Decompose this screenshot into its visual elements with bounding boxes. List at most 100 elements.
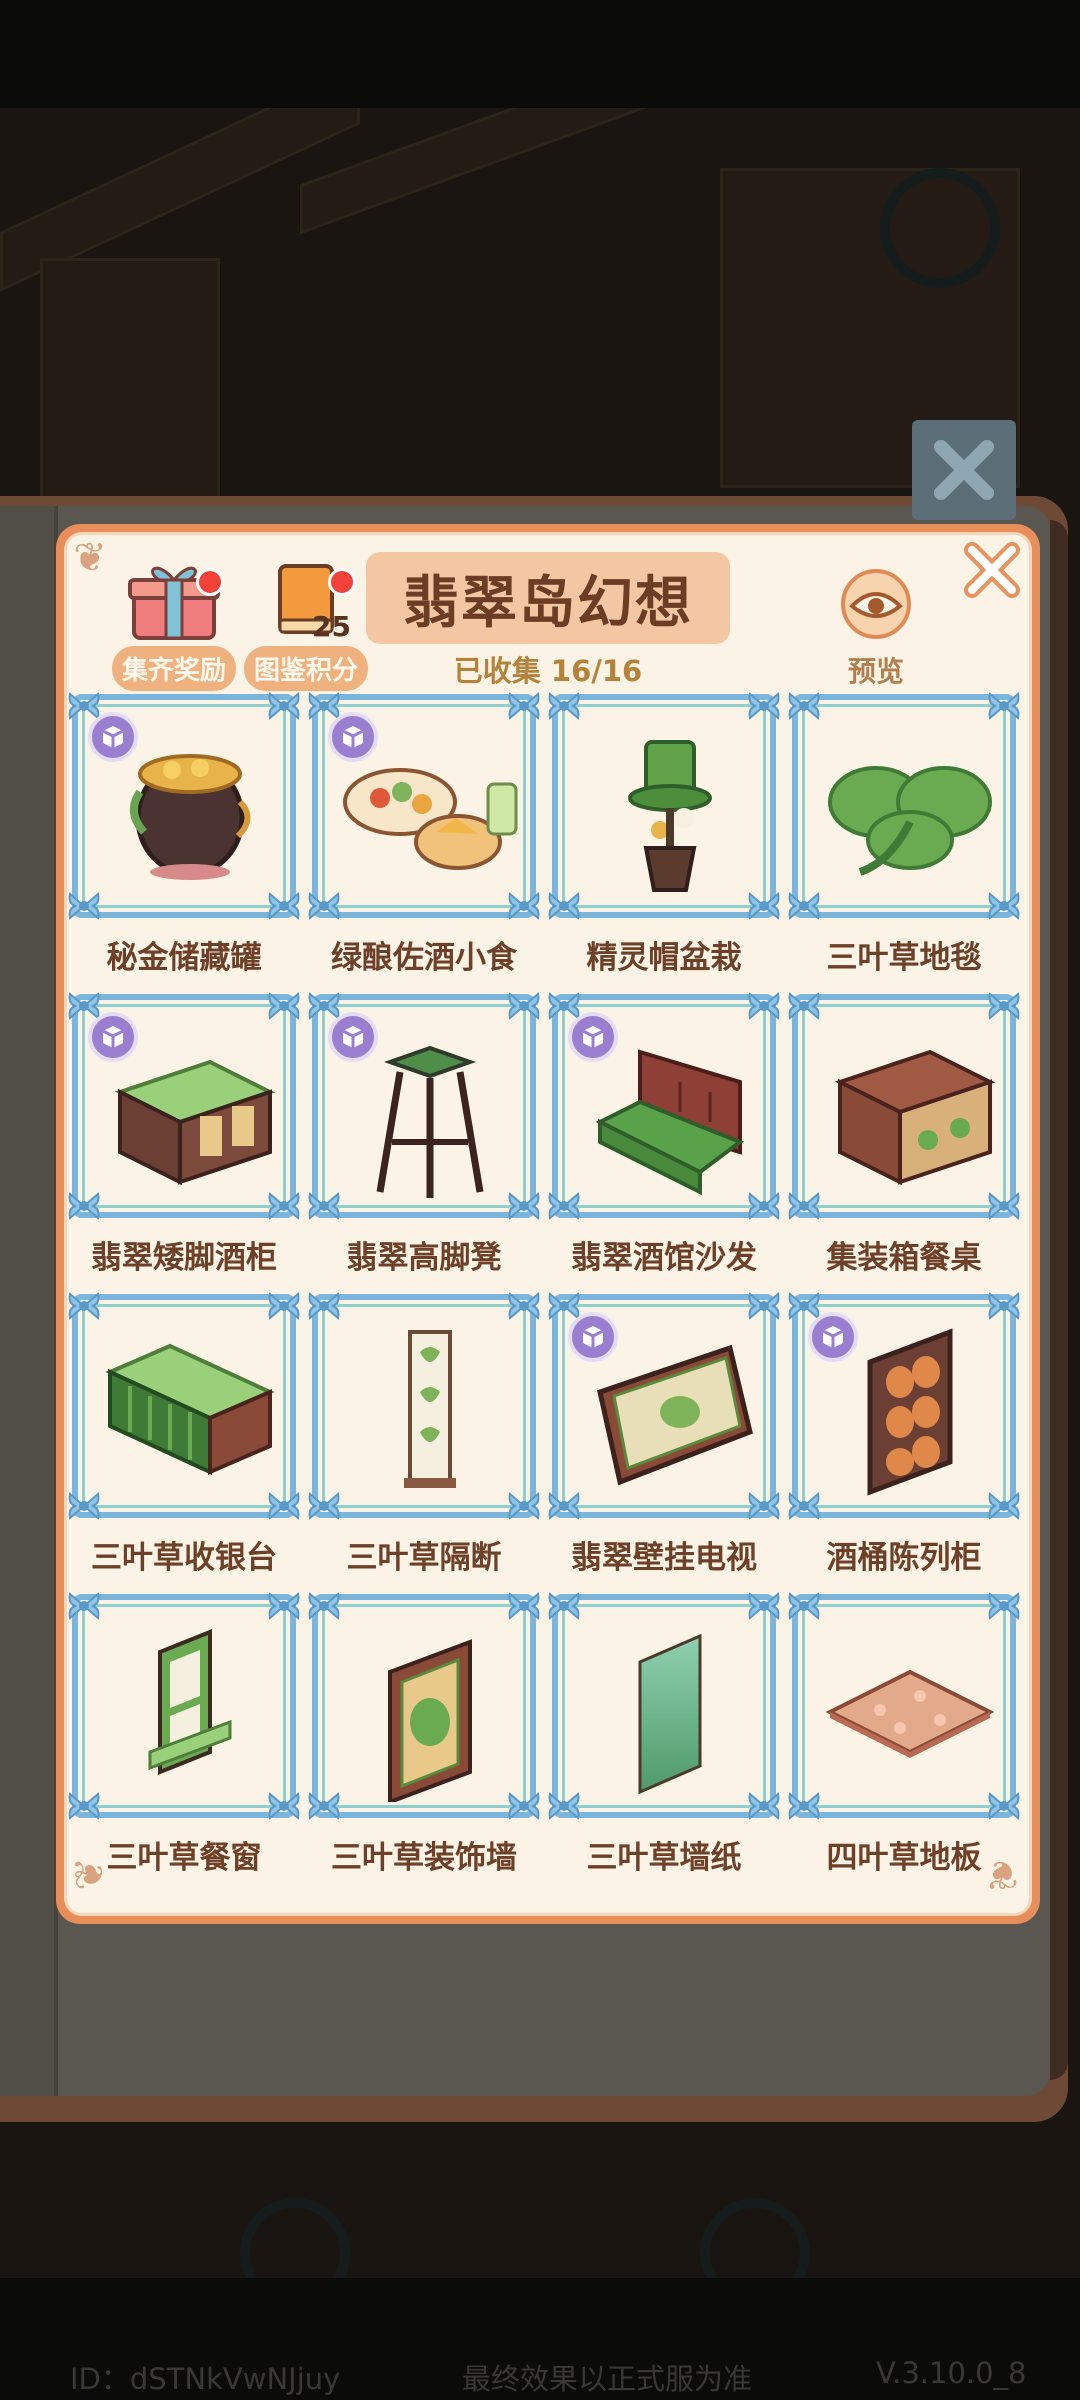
ribbon-bow-icon — [746, 1188, 782, 1224]
item-name: 三叶草墙纸 — [586, 1840, 742, 1876]
item-name: 三叶草餐窗 — [106, 1840, 262, 1876]
ribbon-bow-icon — [506, 1288, 542, 1324]
ribbon-bow-icon — [266, 1788, 302, 1824]
item-name: 三叶草装饰墙 — [331, 1840, 517, 1876]
collection-item[interactable]: 秘金储藏罐 — [68, 692, 300, 990]
interactive-furniture-badge-icon — [88, 712, 138, 762]
ribbon-bow-icon — [66, 1588, 102, 1624]
corner-ornament-icon: ❦ — [73, 535, 107, 581]
ribbon-bow-icon — [986, 1588, 1022, 1624]
hat-plant-icon — [580, 722, 760, 902]
item-name: 翡翠酒馆沙发 — [571, 1240, 757, 1276]
ribbon-bow-icon — [506, 1788, 542, 1824]
ribbon-bow-icon — [66, 1488, 102, 1524]
close-button[interactable] — [958, 536, 1026, 604]
clover-rug-icon — [820, 722, 1000, 902]
collection-item[interactable]: 集装箱餐桌 — [788, 992, 1020, 1290]
item-name: 酒桶陈列柜 — [826, 1540, 982, 1576]
ribbon-bow-icon — [306, 1788, 342, 1824]
collection-item[interactable]: 翡翠酒馆沙发 — [548, 992, 780, 1290]
collection-item[interactable]: 三叶草装饰墙 — [308, 1592, 540, 1890]
collection-item[interactable]: 三叶草隔断 — [308, 1292, 540, 1590]
ribbon-bow-icon — [546, 1188, 582, 1224]
item-name: 翡翠矮脚酒柜 — [91, 1240, 277, 1276]
collection-item[interactable]: 三叶草收银台 — [68, 1292, 300, 1590]
interactive-furniture-badge-icon — [328, 712, 378, 762]
item-frame — [68, 1592, 300, 1820]
item-name: 翡翠壁挂电视 — [571, 1540, 757, 1576]
eye-icon — [841, 569, 911, 639]
ribbon-bow-icon — [506, 688, 542, 724]
item-frame — [68, 692, 300, 920]
ribbon-bow-icon — [786, 888, 822, 924]
collection-item[interactable]: 精灵帽盆栽 — [548, 692, 780, 990]
collection-item[interactable]: 三叶草餐窗 — [68, 1592, 300, 1890]
ribbon-bow-icon — [306, 1188, 342, 1224]
reward-dot-icon — [196, 568, 224, 596]
ribbon-bow-icon — [746, 988, 782, 1024]
item-frame — [788, 692, 1020, 920]
item-frame — [308, 692, 540, 920]
item-frame — [548, 1292, 780, 1520]
interactive-furniture-badge-icon — [568, 1012, 618, 1062]
points-value: 25 — [312, 610, 351, 643]
title-plate: 翡翠岛幻想 — [366, 552, 730, 644]
ribbon-bow-icon — [746, 1288, 782, 1324]
ribbon-bow-icon — [66, 1788, 102, 1824]
interactive-furniture-badge-icon — [808, 1312, 858, 1362]
item-frame — [548, 692, 780, 920]
ribbon-bow-icon — [986, 1488, 1022, 1524]
ribbon-bow-icon — [506, 1188, 542, 1224]
ribbon-bow-icon — [306, 1488, 342, 1524]
item-frame — [308, 1592, 540, 1820]
ribbon-bow-icon — [986, 1288, 1022, 1324]
preview-label: 预览 — [847, 655, 904, 688]
item-frame — [68, 992, 300, 1220]
ribbon-bow-icon — [786, 988, 822, 1024]
collection-item[interactable]: 翡翠高脚凳 — [308, 992, 540, 1290]
ribbon-bow-icon — [306, 1288, 342, 1324]
item-name: 绿酿佐酒小食 — [331, 940, 517, 976]
item-frame — [788, 1592, 1020, 1820]
ribbon-bow-icon — [746, 1588, 782, 1624]
collection-item[interactable]: 绿酿佐酒小食 — [308, 692, 540, 990]
ribbon-bow-icon — [506, 988, 542, 1024]
ribbon-bow-icon — [786, 688, 822, 724]
collection-item[interactable]: 三叶草墙纸 — [548, 1592, 780, 1890]
interactive-furniture-badge-icon — [88, 1012, 138, 1062]
ribbon-bow-icon — [266, 1188, 302, 1224]
book-spine — [0, 506, 58, 2096]
collection-item[interactable]: 酒桶陈列柜 — [788, 1292, 1020, 1590]
book-close-icon[interactable] — [912, 420, 1016, 520]
ribbon-bow-icon — [546, 1488, 582, 1524]
item-name: 四叶草地板 — [826, 1840, 982, 1876]
item-name: 精灵帽盆栽 — [586, 940, 742, 976]
collection-item[interactable]: 三叶草地毯 — [788, 692, 1020, 990]
interactive-furniture-badge-icon — [568, 1312, 618, 1362]
collection-points-button[interactable]: 25 图鉴积分 — [244, 558, 369, 691]
ribbon-bow-icon — [986, 988, 1022, 1024]
collection-reward-button[interactable]: 集齐奖励 — [112, 558, 237, 691]
ribbon-bow-icon — [786, 1188, 822, 1224]
version-text: V.3.10.0_8 — [876, 2356, 1027, 2390]
ribbon-bow-icon — [986, 888, 1022, 924]
collection-item[interactable]: 四叶草地板 — [788, 1592, 1020, 1890]
ribbon-bow-icon — [66, 888, 102, 924]
points-label: 图鉴积分 — [244, 646, 369, 691]
ribbon-bow-icon — [986, 1788, 1022, 1824]
ribbon-bow-icon — [986, 688, 1022, 724]
collection-item[interactable]: 翡翠壁挂电视 — [548, 1292, 780, 1590]
item-frame — [548, 992, 780, 1220]
preview-button[interactable]: 预览 — [826, 568, 926, 690]
ribbon-bow-icon — [546, 1788, 582, 1824]
item-name: 集装箱餐桌 — [826, 1240, 982, 1276]
game-screen: ❦ ❦ ❦ 翡翠岛幻想 已收集 16/16 集齐奖励 25 图鉴积分 预览 秘金… — [0, 0, 1080, 2400]
ribbon-bow-icon — [66, 1188, 102, 1224]
item-name: 翡翠高脚凳 — [346, 1240, 502, 1276]
points-dot-icon — [328, 568, 356, 596]
ribbon-bow-icon — [506, 1488, 542, 1524]
ribbon-bow-icon — [306, 888, 342, 924]
item-frame — [788, 1292, 1020, 1520]
window-icon — [100, 1622, 280, 1802]
collection-item[interactable]: 翡翠矮脚酒柜 — [68, 992, 300, 1290]
